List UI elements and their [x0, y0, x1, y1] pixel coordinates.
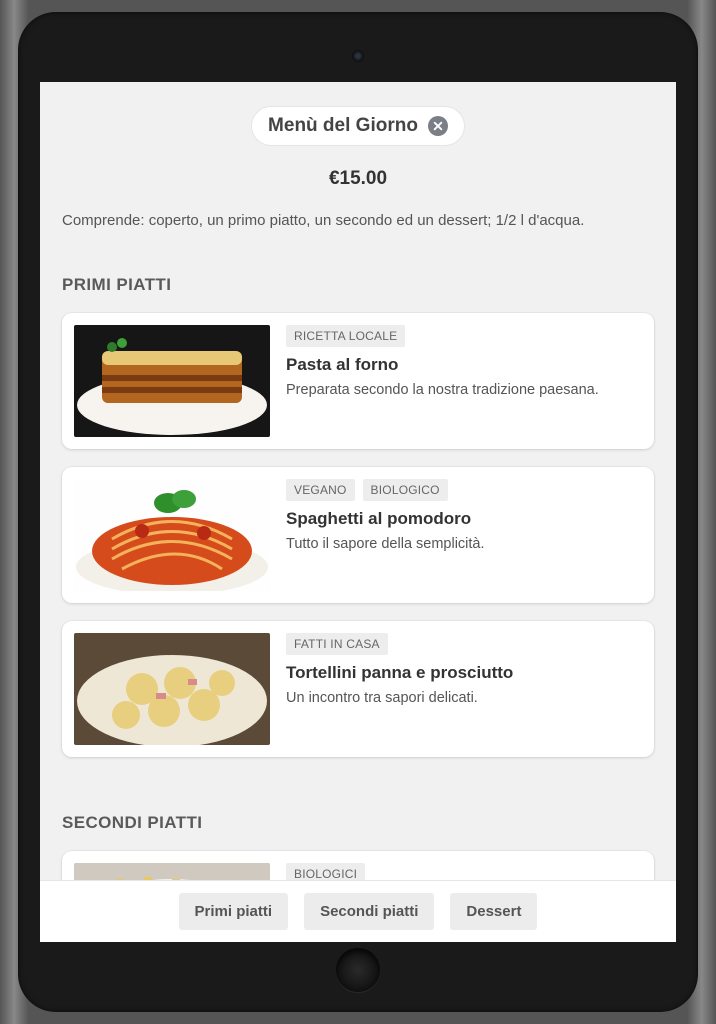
dish-body: VEGANO BIOLOGICO Spaghetti al pomodoro T…	[286, 479, 638, 591]
dish-body: RICETTA LOCALE Pasta al forno Preparata …	[286, 325, 638, 437]
section-title-secondi: SECONDI PIATTI	[62, 813, 654, 833]
dish-desc: Preparata secondo la nostra tradizione p…	[286, 381, 638, 401]
dish-image	[74, 633, 270, 745]
dish-title: Pasta al forno	[286, 355, 638, 375]
tablet-frame: Menù del Giorno €15.00 Comprende: copert…	[18, 12, 698, 1012]
dish-tag: RICETTA LOCALE	[286, 325, 405, 347]
bottom-nav: Primi piatti Secondi piatti Dessert	[40, 880, 676, 942]
dish-tag: FATTI IN CASA	[286, 633, 388, 655]
dish-image	[74, 325, 270, 437]
nav-primi[interactable]: Primi piatti	[179, 893, 289, 930]
dish-card[interactable]: RICETTA LOCALE Pasta al forno Preparata …	[62, 313, 654, 449]
tags-row: VEGANO BIOLOGICO	[286, 479, 638, 501]
home-button[interactable]	[336, 948, 380, 992]
camera-dot	[352, 50, 364, 62]
dish-title: Tortellini panna e prosciutto	[286, 663, 638, 683]
screen: Menù del Giorno €15.00 Comprende: copert…	[40, 82, 676, 942]
dish-title: Spaghetti al pomodoro	[286, 509, 638, 529]
dish-desc: Tutto il sapore della semplicità.	[286, 535, 638, 555]
dish-card[interactable]: FATTI IN CASA Tortellini panna e prosciu…	[62, 621, 654, 757]
menu-chip-label: Menù del Giorno	[268, 115, 418, 137]
header-chip-row: Menù del Giorno	[62, 106, 654, 146]
dish-desc: Un incontro tra sapori delicati.	[286, 689, 638, 709]
tags-row: RICETTA LOCALE	[286, 325, 638, 347]
nav-dessert[interactable]: Dessert	[450, 893, 537, 930]
price-label: €15.00	[62, 168, 654, 190]
dish-tag: BIOLOGICO	[363, 479, 448, 501]
tags-row: FATTI IN CASA	[286, 633, 638, 655]
dish-card[interactable]: VEGANO BIOLOGICO Spaghetti al pomodoro T…	[62, 467, 654, 603]
dish-body: FATTI IN CASA Tortellini panna e prosciu…	[286, 633, 638, 745]
dish-image	[74, 479, 270, 591]
section-title-primi: PRIMI PIATTI	[62, 275, 654, 295]
menu-subtitle: Comprende: coperto, un primo piatto, un …	[62, 212, 654, 229]
menu-chip[interactable]: Menù del Giorno	[251, 106, 465, 146]
nav-secondi[interactable]: Secondi piatti	[304, 893, 434, 930]
dish-tag: VEGANO	[286, 479, 355, 501]
close-icon[interactable]	[428, 116, 448, 136]
scroll-content[interactable]: Menù del Giorno €15.00 Comprende: copert…	[40, 82, 676, 942]
